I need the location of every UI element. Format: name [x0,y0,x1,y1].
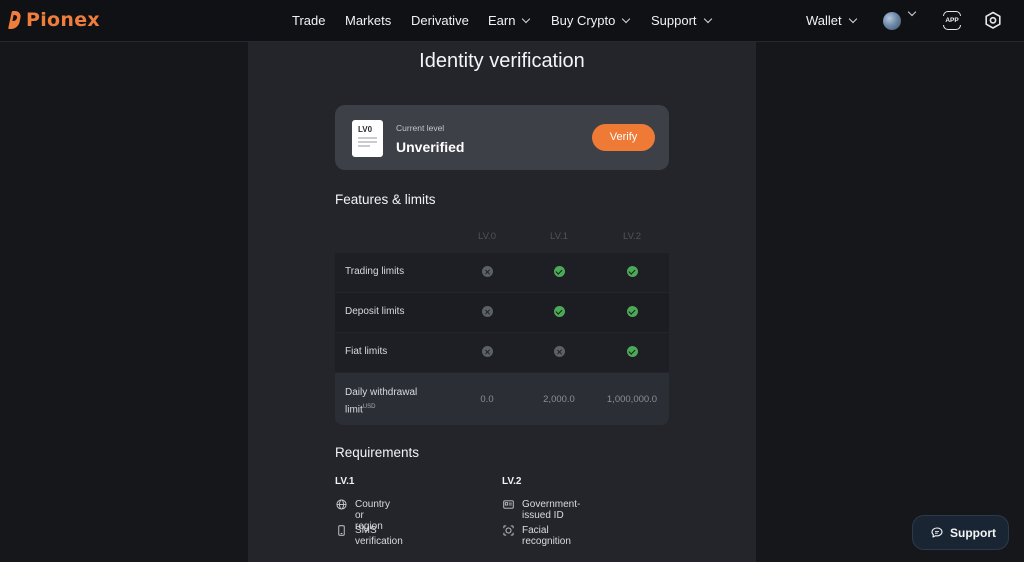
globe-outline-icon [336,499,347,510]
requirements-lv2: LV.2 Government-issued ID Facial recogni… [502,476,580,551]
pionex-logo[interactable]: Pionex [8,9,100,31]
table-row: Trading limits [335,253,669,292]
chevron-down-icon [907,7,917,17]
check-circle-icon [553,266,565,277]
verify-button[interactable]: Verify [592,124,655,151]
check-circle-icon [553,306,565,317]
features-table: LV.0 LV.1 LV.2 Trading limits Deposit li… [335,223,669,426]
language-dropdown[interactable] [907,7,917,17]
chevron-down-icon [522,14,531,23]
support-button-label: Support [950,525,996,540]
identity-verification-panel: Identity verification LV0 Current level … [248,42,756,562]
withdrawal-value: 2,000.0 [543,394,575,405]
withdrawal-value: 1,000,000.0 [606,394,658,405]
cross-circle-icon [553,346,565,357]
cross-circle-icon [481,266,493,277]
app-badge: APP [940,16,964,25]
nav-derivative[interactable]: Derivative [411,13,469,28]
support-chat-button[interactable]: Support [912,515,1009,550]
column-header: LV.2 [623,231,641,242]
current-level-value: Unverified [396,139,465,155]
nav-markets[interactable]: Markets [345,13,391,28]
table-row: Fiat limits [335,333,669,372]
globe-icon[interactable] [883,12,901,30]
pionex-logo-icon [8,9,24,31]
nav-derivative-label: Derivative [411,13,469,28]
nav-buy-crypto-label: Buy Crypto [551,13,616,28]
cross-circle-icon [481,346,493,357]
brand-name: Pionex [26,9,100,31]
requirement-label: Facial recognition [522,525,571,547]
requirements-title: Requirements [335,445,420,460]
chevron-down-icon [848,14,857,23]
requirements-lv1: LV.1 Country or region SMS verification [335,476,403,551]
nav-wallet-label: Wallet [806,13,842,28]
requirement-label: Government-issued ID [522,499,581,521]
phone-icon [338,525,345,536]
row-label: Trading limits [345,266,405,277]
row-label: Deposit limits [345,306,405,317]
nav-buy-crypto[interactable]: Buy Crypto [551,13,631,28]
row-label: Fiat limits [345,346,388,357]
page-title: Identity verification [419,50,585,72]
requirement-item: Country or region [335,499,390,532]
nav-markets-label: Markets [345,13,392,28]
nav-wallet[interactable]: Wallet [806,13,857,28]
requirement-item: Government-issued ID [502,499,580,525]
check-circle-icon [626,266,638,277]
table-header: LV.0 LV.1 LV.2 [335,223,669,253]
nav-earn-label: Earn [488,13,516,28]
requirement-item: SMS verification [335,525,403,551]
check-circle-icon [626,306,638,317]
requirements-lv2-heading: LV.2 [502,476,522,487]
cross-circle-icon [481,306,493,317]
column-header: LV.0 [478,231,496,242]
chevron-down-icon [622,14,631,23]
check-circle-icon [626,346,638,357]
withdrawal-label-text: Daily withdrawal limit [345,387,418,416]
id-card-icon [503,500,514,509]
face-scan-icon [503,525,514,536]
level-document-label: LV0 [358,125,373,134]
table-row-withdrawal: Daily withdrawal limitUSD 0.0 2,000.0 1,… [335,373,669,425]
withdrawal-value: 0.0 [480,394,494,405]
chevron-down-icon [703,14,712,23]
features-title: Features & limits [335,192,436,207]
app-icon[interactable]: APP [940,11,964,30]
withdrawal-label: Daily withdrawal limitUSD [345,385,445,417]
nav-support-label: Support [651,13,697,28]
withdrawal-unit: USD [362,404,376,410]
requirement-label: SMS verification [355,525,403,547]
nav-trade-label: Trade [292,13,326,28]
nav-trade[interactable]: Trade [292,13,325,28]
settings-icon[interactable] [984,11,1002,30]
current-level-card: LV0 Current level Unverified Verify [335,105,669,170]
nav-support[interactable]: Support [651,13,712,28]
current-level-label: Current level [396,123,445,133]
column-header: LV.1 [550,231,568,242]
table-row: Deposit limits [335,293,669,332]
nav-earn[interactable]: Earn [488,13,531,28]
top-navigation: Pionex Trade Markets Derivative Earn Buy… [0,0,1024,42]
level-document-icon: LV0 [352,120,383,157]
chat-bubble-icon [931,527,943,538]
requirements-lv1-heading: LV.1 [335,476,355,487]
requirement-item: Facial recognition [502,525,571,551]
